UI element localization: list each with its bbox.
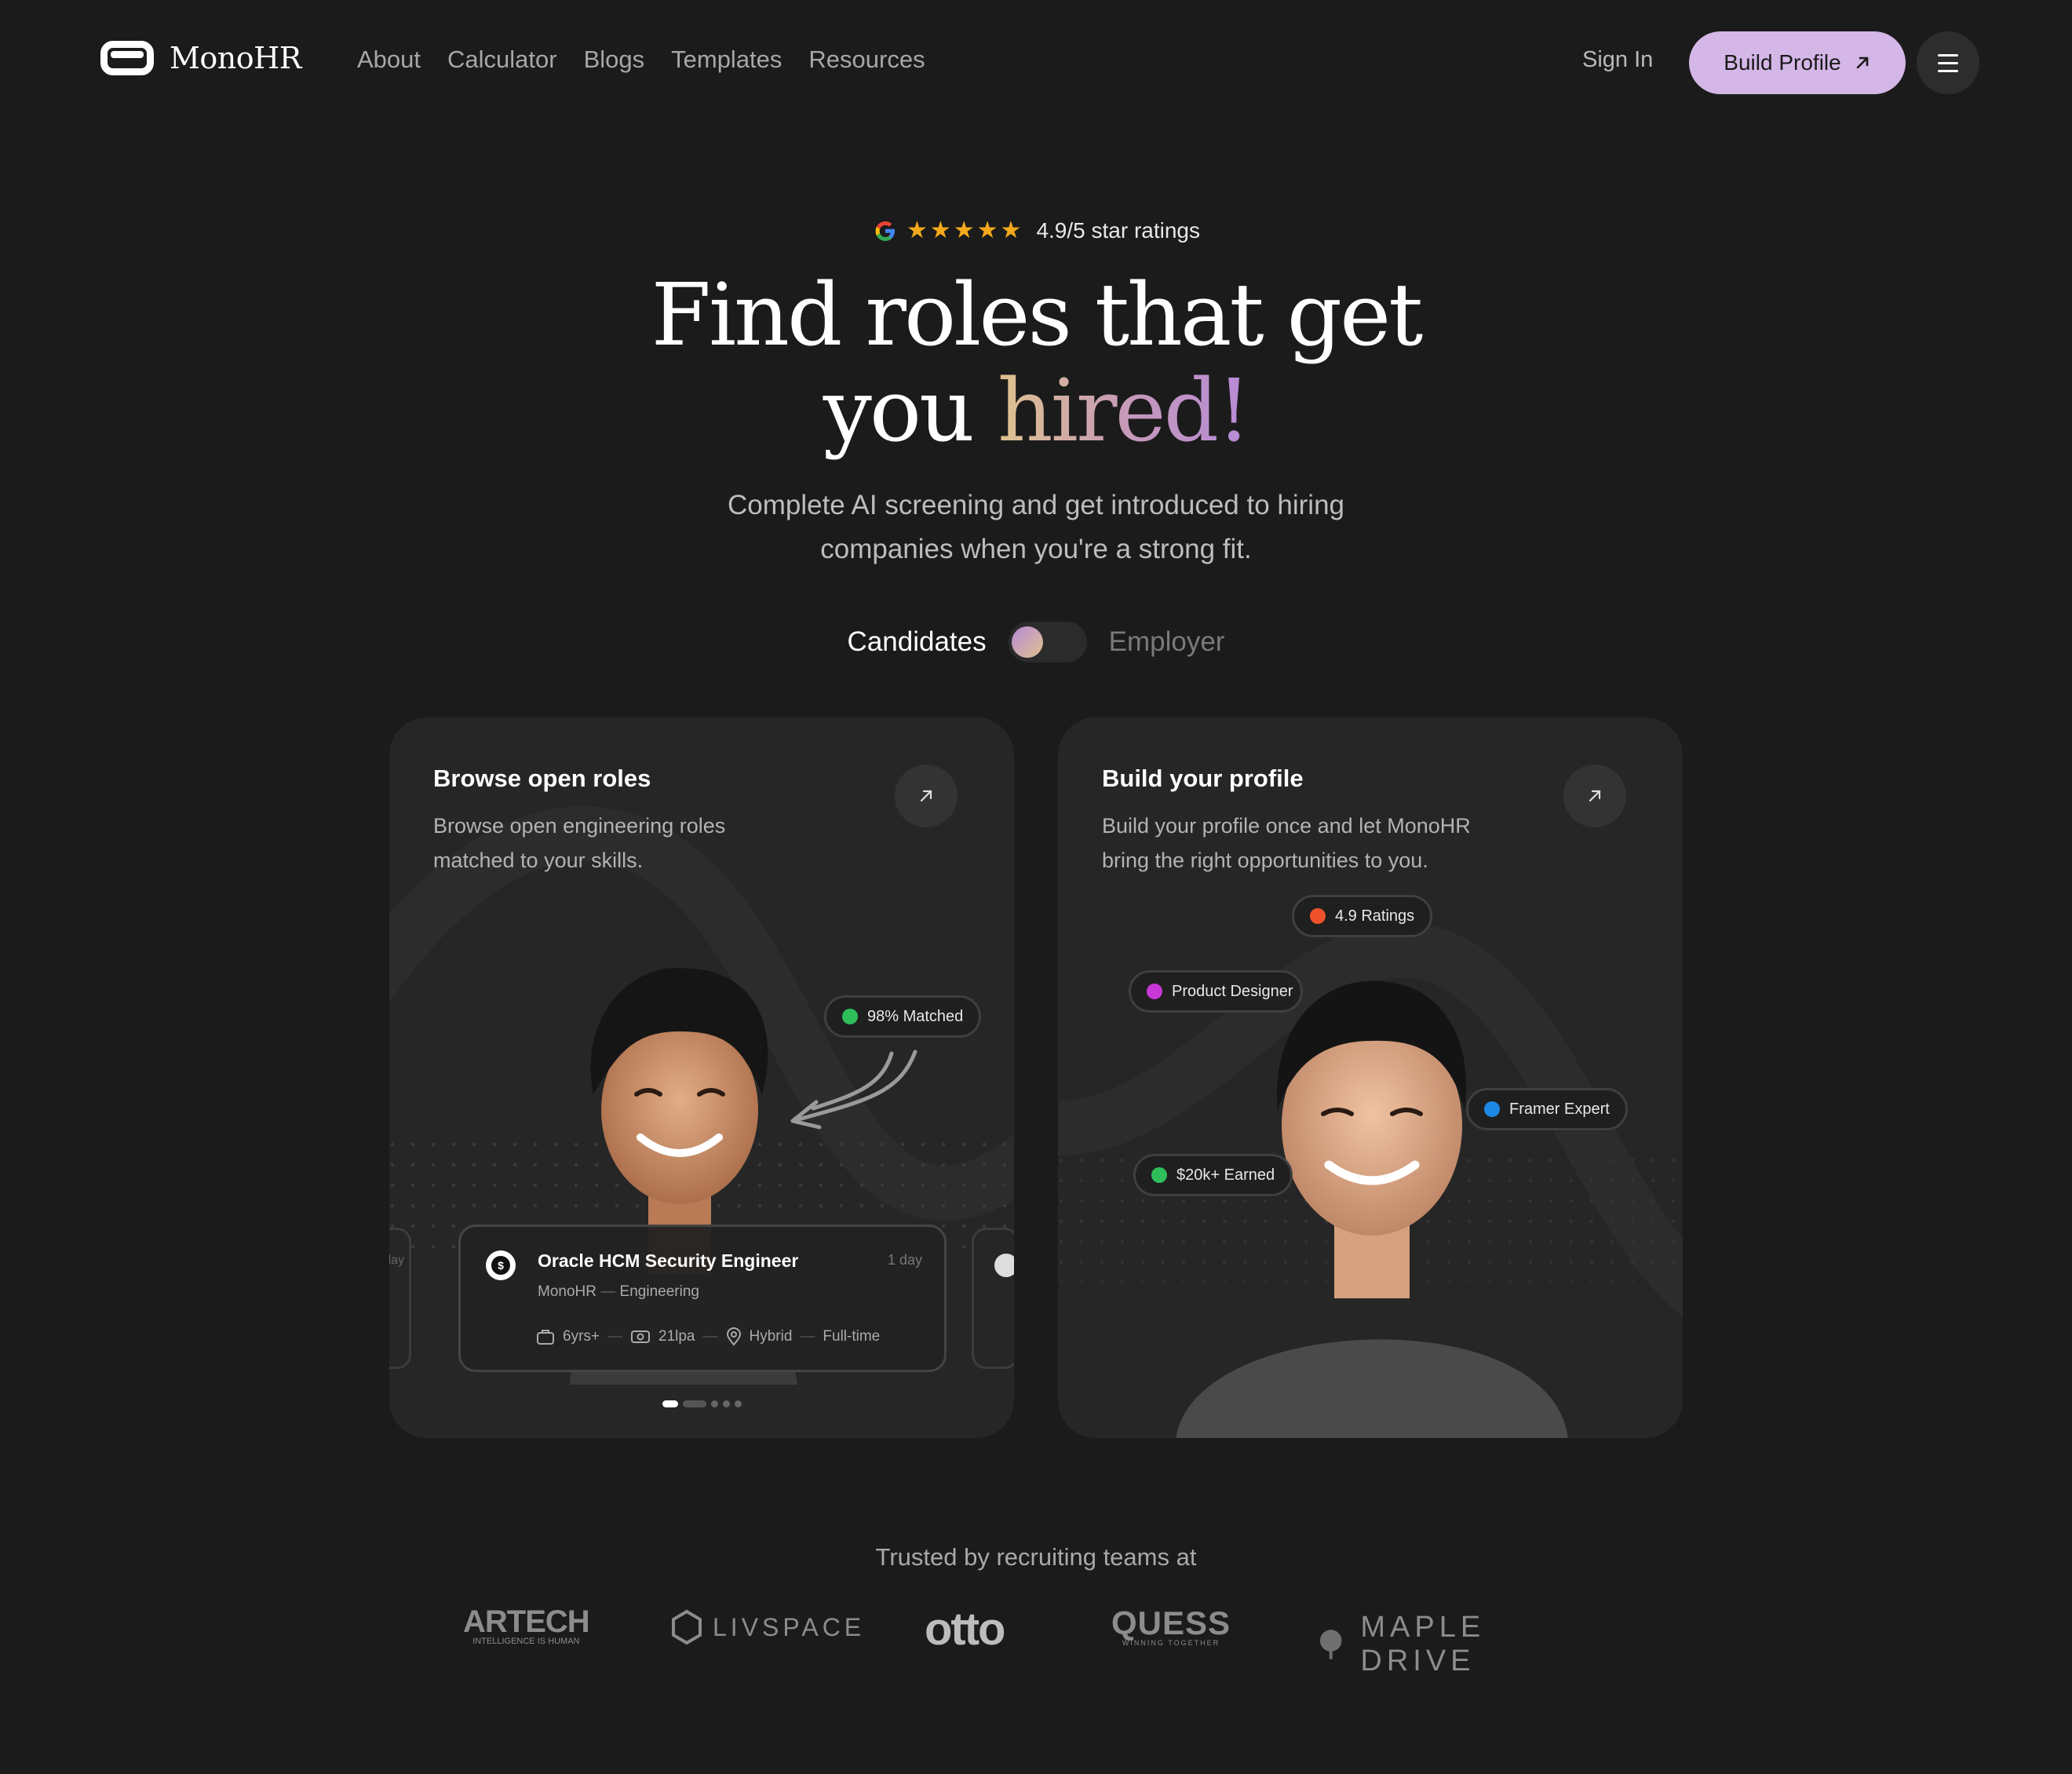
hero-subtitle: Complete AI screening and get introduced…	[0, 484, 2072, 571]
build-profile-card[interactable]: Build your profile Build your profile on…	[1058, 717, 1683, 1438]
browse-card-arrow-button[interactable]	[895, 765, 958, 827]
nav-link-resources[interactable]: Resources	[808, 46, 925, 74]
arrow-up-right-icon	[1589, 790, 1601, 802]
otto-logo: otto	[925, 1604, 1005, 1655]
expert-badge: Framer Expert	[1466, 1088, 1628, 1130]
build-profile-label: Build Profile	[1724, 50, 1841, 75]
location-pin-icon	[726, 1327, 741, 1346]
job-experience: 6yrs+	[563, 1328, 600, 1345]
hero-subtitle-line2: companies when you're a strong fit.	[820, 534, 1252, 564]
livspace-logo: LIVSPACE	[669, 1609, 865, 1645]
profile-card-arrow-button[interactable]	[1563, 765, 1626, 827]
job-company: MonoHR — Engineering	[538, 1283, 699, 1300]
check-icon	[842, 1009, 858, 1024]
toggle-employer[interactable]: Employer	[1109, 626, 1225, 658]
job-salary: 21lpa	[658, 1328, 695, 1345]
client-logos: ARTECH INTELLIGENCE IS HUMAN LIVSPACE ot…	[463, 1601, 1609, 1677]
designer-icon	[1147, 984, 1162, 999]
google-icon	[875, 221, 895, 241]
hero-title: Find roles that get you hired!	[0, 267, 2072, 458]
main-nav: About Calculator Blogs Templates Resourc…	[357, 46, 925, 74]
company-logo-icon	[994, 1254, 1014, 1277]
company-logo-icon: $	[486, 1250, 516, 1280]
browse-roles-card[interactable]: Browse open roles Browse open engineerin…	[389, 717, 1014, 1438]
hero-title-line1: Find roles that get	[651, 265, 1424, 365]
carousel-dot-active[interactable]	[662, 1400, 678, 1407]
job-type: Full-time	[823, 1328, 881, 1345]
logo[interactable]: MonoHR	[100, 41, 301, 75]
job-card[interactable]: $ Oracle HCM Security Engineer 1 day Mon…	[458, 1225, 947, 1372]
nav-link-templates[interactable]: Templates	[671, 46, 782, 74]
role-badge: Product Designer	[1129, 970, 1303, 1013]
dollar-icon	[1151, 1167, 1167, 1183]
logo-mark-icon	[100, 41, 154, 75]
next-job-card[interactable]	[972, 1228, 1014, 1369]
briefcase-icon	[537, 1330, 554, 1345]
rating-row: ★★★★★ 4.9/5 star ratings	[0, 217, 2072, 244]
hero-title-accent: hired!	[997, 360, 1251, 461]
maple-drive-logo: MAPLE DRIVE	[1315, 1611, 1609, 1678]
profile-card-description: Build your profile once and let MonoHR b…	[1102, 814, 1471, 872]
job-location: Hybrid	[749, 1328, 793, 1345]
tree-icon	[1319, 1630, 1342, 1659]
ratings-badge: 4.9 Ratings	[1292, 895, 1433, 937]
toggle-knob	[1011, 626, 1043, 658]
job-posted-time: 1 day	[887, 1252, 922, 1268]
brand-name: MonoHR	[170, 41, 301, 75]
previous-job-card[interactable]: day	[389, 1228, 411, 1369]
carousel-indicator[interactable]	[662, 1400, 742, 1407]
hamburger-icon	[1938, 53, 1958, 57]
hero-title-line2: you hired!	[0, 363, 2072, 458]
audience-toggle-row: Candidates Employer	[0, 622, 2072, 663]
toggle-candidates[interactable]: Candidates	[848, 626, 987, 658]
sign-in-link[interactable]: Sign In	[1582, 47, 1653, 73]
artech-logo: ARTECH INTELLIGENCE IS HUMAN	[463, 1604, 590, 1646]
quess-logo: QUESS WINNING TOGETHER	[1111, 1604, 1231, 1647]
hero-title-you: you	[823, 360, 998, 461]
job-title: Oracle HCM Security Engineer	[538, 1250, 799, 1271]
browse-card-description: Browse open engineering roles matched to…	[433, 814, 726, 872]
job-meta: 6yrs+ — 21lpa — Hybrid — Full-time	[536, 1327, 880, 1346]
rating-text: 4.9/5 star ratings	[1036, 217, 1201, 243]
nav-link-about[interactable]: About	[357, 46, 421, 74]
menu-button[interactable]	[1917, 31, 1979, 94]
profile-card-title: Build your profile	[1102, 765, 1304, 792]
hero-subtitle-line1: Complete AI screening and get introduced…	[727, 490, 1345, 520]
trusted-heading: Trusted by recruiting teams at	[875, 1543, 1197, 1571]
match-badge: 98% Matched	[824, 995, 982, 1038]
arrow-up-right-icon	[920, 790, 932, 802]
audience-toggle[interactable]	[1008, 622, 1087, 663]
framer-icon	[1484, 1101, 1500, 1117]
nav-link-calculator[interactable]: Calculator	[447, 46, 557, 74]
livspace-mark-icon	[672, 1609, 702, 1645]
money-icon	[631, 1330, 650, 1343]
star-icon	[1310, 908, 1326, 924]
star-rating-icons: ★★★★★	[906, 217, 1024, 243]
build-profile-button[interactable]: Build Profile	[1689, 31, 1906, 94]
earned-badge: $20k+ Earned	[1133, 1154, 1293, 1196]
browse-card-title: Browse open roles	[433, 765, 651, 792]
arrow-up-right-icon	[1856, 57, 1869, 69]
match-arrow-doodle	[790, 1049, 917, 1130]
nav-link-blogs[interactable]: Blogs	[584, 46, 645, 74]
